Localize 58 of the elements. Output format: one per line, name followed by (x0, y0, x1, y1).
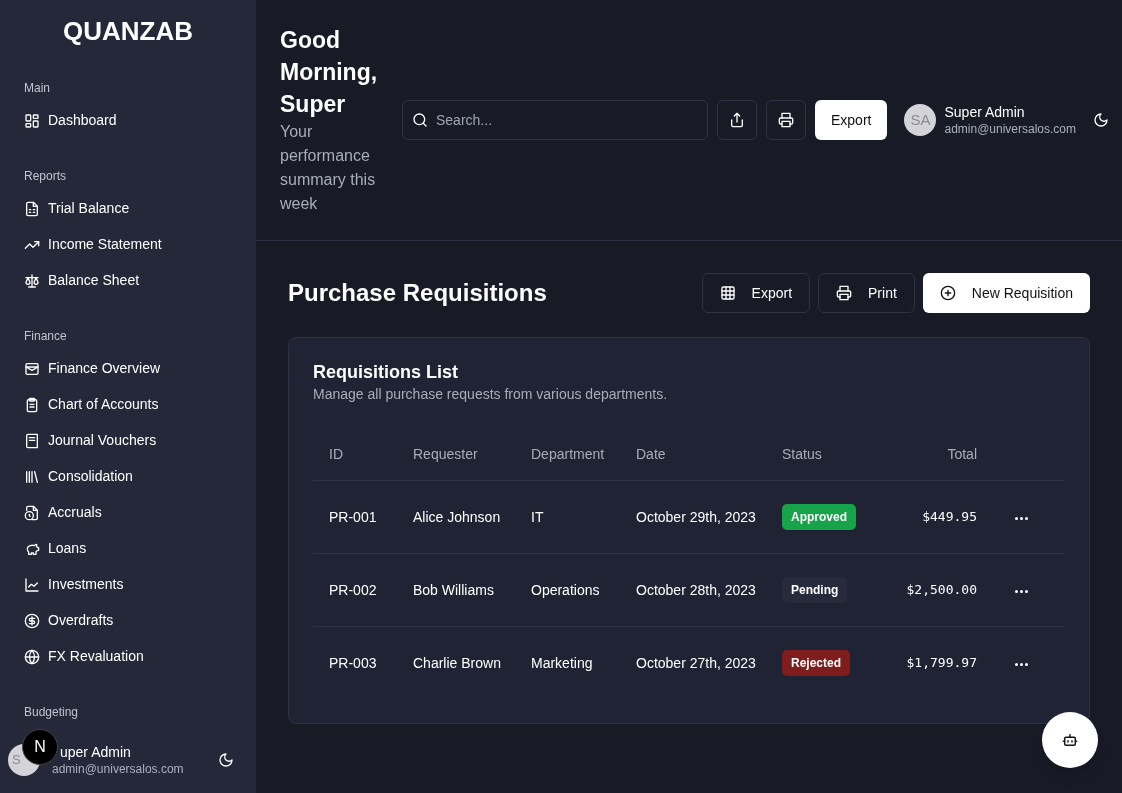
table-cell: PR-002 (313, 553, 413, 626)
column-header: Requester (413, 430, 531, 480)
table-cell: Operations (531, 553, 636, 626)
sidebar-item[interactable]: Consolidation (24, 458, 232, 495)
table-cell: IT (531, 480, 636, 553)
column-header: Date (636, 430, 782, 480)
avatar-initials: S (12, 751, 21, 770)
table-cell: PR-003 (313, 626, 413, 699)
export-button[interactable]: Export (815, 100, 888, 140)
subtitle: Your performance summary this week (280, 122, 377, 214)
status-badge: Pending (782, 576, 848, 603)
new-requisition-button[interactable]: New Requisition (922, 273, 1090, 313)
table-cell: $1,799.97 (900, 626, 977, 699)
table-cell: $2,500.00 (900, 553, 977, 626)
section-heading: Finance (24, 327, 68, 345)
table-cell: Charlie Brown (413, 626, 531, 699)
sidebar-item[interactable]: Journal Vouchers (24, 422, 232, 459)
greeting: Good Morning, Super (280, 26, 379, 119)
sidebar-item[interactable]: Dashboard (24, 102, 232, 139)
column-header: Status (782, 430, 900, 480)
card-title: Requisitions List (313, 361, 459, 384)
table-cell: $449.95 (900, 480, 977, 553)
table-cell: October 29th, 2023 (636, 480, 782, 553)
sidebar-item[interactable]: Overdrafts (24, 602, 232, 639)
section-heading: Budgeting (24, 703, 80, 721)
sidebar-item[interactable]: Loans (24, 530, 232, 567)
section-heading: Main (24, 79, 51, 97)
table-cell: PR-001 (313, 480, 413, 553)
column-header: Total (900, 430, 977, 480)
card-subtitle: Manage all purchase requests from various departments. (313, 385, 669, 404)
user-email: admin@universalos.com (944, 121, 1077, 137)
dev-tools-button[interactable]: N (22, 728, 58, 765)
table-cell: October 28th, 2023 (636, 553, 782, 626)
status-badge: Approved (782, 503, 856, 530)
table-cell: Marketing (531, 626, 636, 699)
column-header: ID (313, 430, 413, 480)
user-name: Super Admin (944, 103, 1026, 121)
search-field[interactable]: Search... (402, 100, 708, 140)
sidebar-item[interactable]: Trial Balance (24, 190, 232, 227)
user-name: uper Admin (59, 742, 131, 761)
section-heading: Reports (24, 167, 68, 185)
export-button[interactable]: Export (701, 273, 811, 313)
column-header: Department (531, 430, 636, 480)
status-badge: Rejected (782, 649, 851, 676)
table-cell: October 27th, 2023 (636, 626, 782, 699)
table-cell: Alice Johnson (413, 480, 531, 553)
page-title: Purchase Requisitions (288, 278, 547, 308)
sidebar-item[interactable]: Accruals (24, 494, 232, 531)
avatar: SA (904, 104, 937, 136)
sidebar-item[interactable]: Balance Sheet (24, 262, 232, 299)
sidebar-item[interactable]: Investments (24, 566, 232, 603)
sidebar-item[interactable]: Income Statement (24, 226, 232, 263)
sidebar-item[interactable]: Chart of Accounts (24, 386, 232, 423)
app-logo: QUANZAB (63, 16, 193, 46)
print-button[interactable]: Print (818, 273, 915, 313)
sidebar-item[interactable]: Finance Overview (24, 350, 232, 387)
table-cell: Bob Williams (413, 553, 531, 626)
sidebar-item[interactable]: FX Revaluation (24, 638, 232, 675)
